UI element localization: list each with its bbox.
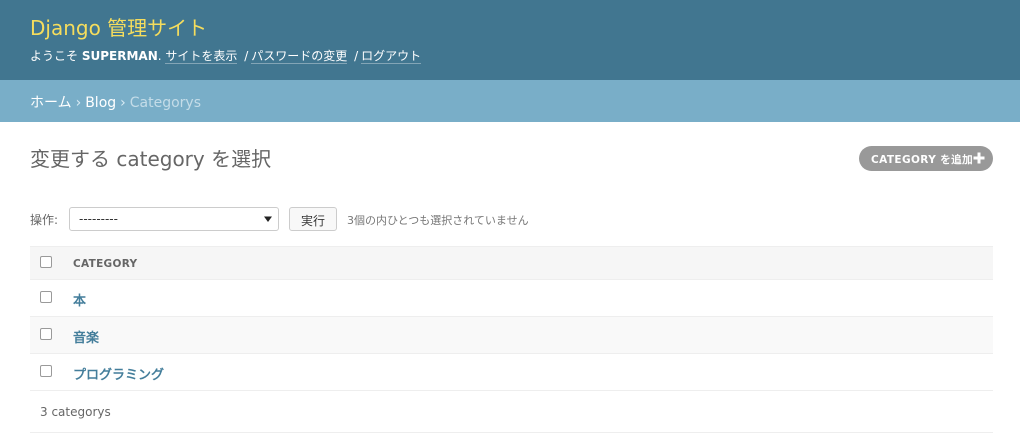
category-link[interactable]: プログラミング bbox=[73, 364, 164, 383]
row-checkbox[interactable] bbox=[40, 328, 52, 340]
username-suffix: . bbox=[157, 49, 162, 63]
logout-link[interactable]: ログアウト bbox=[361, 49, 422, 64]
chevron-down-icon bbox=[264, 216, 272, 222]
page-title: 変更する category を選択 bbox=[30, 147, 272, 171]
table-row: プログラミング bbox=[30, 354, 993, 391]
plus-icon bbox=[973, 152, 985, 164]
paginator: 3 categorys bbox=[30, 391, 993, 433]
user-tools-separator: / bbox=[354, 49, 359, 63]
breadcrumb-blog[interactable]: Blog bbox=[85, 95, 116, 111]
table-row: 音楽 bbox=[30, 317, 993, 354]
column-header-category[interactable]: CATEGORY bbox=[73, 258, 137, 270]
result-list-table: CATEGORY 本 音楽 プログラミング bbox=[30, 246, 993, 391]
actions-label: 操作: bbox=[30, 213, 59, 227]
breadcrumb-separator: › bbox=[75, 95, 82, 111]
table-row: 本 bbox=[30, 280, 993, 317]
table-header: CATEGORY bbox=[30, 246, 993, 280]
breadcrumb-home[interactable]: ホーム bbox=[30, 95, 72, 111]
selection-counter: 3個の内ひとつも選択されていません bbox=[347, 214, 529, 227]
category-link[interactable]: 本 bbox=[73, 290, 86, 309]
row-checkbox[interactable] bbox=[40, 291, 52, 303]
add-category-button[interactable]: CATEGORY を追加 bbox=[859, 146, 993, 171]
change-password-link[interactable]: パスワードの変更 bbox=[251, 49, 348, 64]
select-all-checkbox[interactable] bbox=[40, 256, 52, 268]
breadcrumb-current: Categorys bbox=[129, 95, 202, 111]
welcome-text: ようこそ bbox=[30, 49, 79, 63]
action-select-value: --------- bbox=[79, 212, 118, 226]
add-category-label: CATEGORY を追加 bbox=[871, 154, 973, 166]
row-checkbox[interactable] bbox=[40, 365, 52, 377]
run-action-button[interactable]: 実行 bbox=[289, 207, 337, 231]
action-select[interactable]: --------- bbox=[69, 207, 279, 231]
site-name-link[interactable]: Django 管理サイト bbox=[30, 12, 207, 41]
user-tools: ようこそ SUPERMAN. サイトを表示 / パスワードの変更 / ログアウト bbox=[30, 47, 422, 64]
user-tools-separator: / bbox=[244, 49, 249, 63]
site-header: Django 管理サイト ようこそ SUPERMAN. サイトを表示 / パスワー… bbox=[0, 0, 1020, 80]
view-site-link[interactable]: サイトを表示 bbox=[165, 49, 238, 64]
category-link[interactable]: 音楽 bbox=[73, 327, 99, 346]
breadcrumb: ホーム › Blog › Categorys bbox=[0, 80, 1020, 122]
username: SUPERMAN bbox=[81, 49, 158, 63]
breadcrumb-separator: › bbox=[120, 95, 126, 111]
